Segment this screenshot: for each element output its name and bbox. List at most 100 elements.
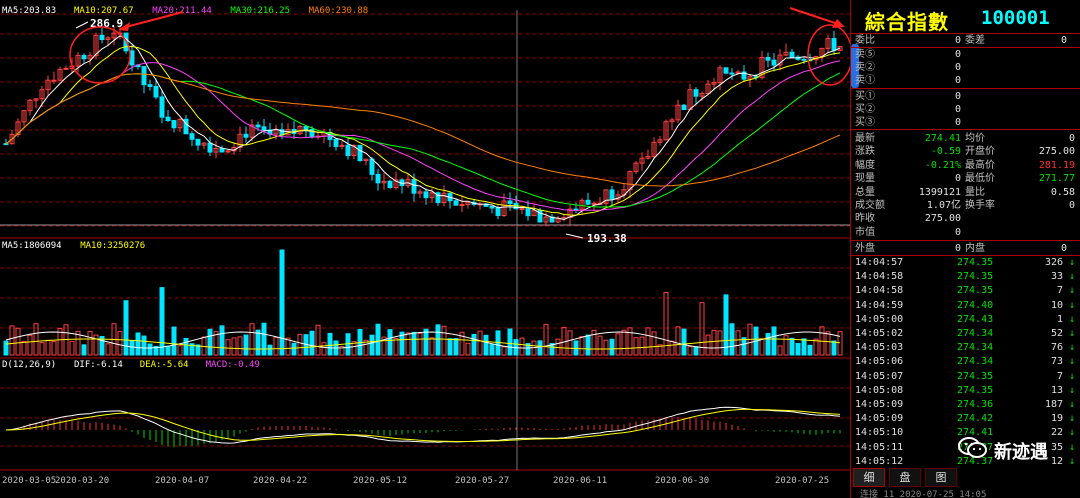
low-price-label: 193.38 xyxy=(587,232,627,245)
candle xyxy=(525,208,531,217)
divider xyxy=(851,129,1080,130)
volume-bar xyxy=(129,340,135,356)
volume-bar xyxy=(3,340,9,356)
tick-row: 14:05:03 274.34 76 ↓ xyxy=(851,341,1080,356)
date-tick-label: 2020-06-30 xyxy=(655,476,709,486)
ma-line xyxy=(5,45,841,216)
candle xyxy=(159,96,165,118)
candle xyxy=(141,66,147,86)
volume-bar xyxy=(261,322,267,356)
candle xyxy=(729,72,735,75)
tab-orderbook[interactable]: 盘 xyxy=(889,468,921,487)
volume-bar xyxy=(447,338,453,356)
volume-bar xyxy=(453,338,459,356)
volume-bar xyxy=(405,332,411,356)
quote-row: 最新 274.41 均价 0 xyxy=(855,133,1075,144)
volume-bar xyxy=(693,346,699,356)
low-pointer xyxy=(565,233,584,239)
volume-bar xyxy=(801,338,807,356)
candle xyxy=(609,189,615,200)
volume-bar xyxy=(471,333,477,356)
chart.ma_legend-legend-item: MA30:216.25 xyxy=(230,6,290,16)
volume-bar xyxy=(687,346,693,356)
candle xyxy=(789,51,795,58)
volume-bar xyxy=(27,334,33,356)
volume-bar xyxy=(411,331,417,356)
volume-bar xyxy=(441,325,447,356)
volume-bar xyxy=(417,332,423,356)
candle xyxy=(243,133,249,138)
volume-bar xyxy=(429,337,435,356)
volume-bar xyxy=(669,340,675,356)
tick-direction-icon: ↓ xyxy=(1068,384,1075,396)
volume-bar xyxy=(135,332,141,356)
buy-row: 买① 0 xyxy=(855,91,962,102)
candle xyxy=(261,126,267,131)
tick-direction-icon: ↓ xyxy=(1068,413,1075,425)
volume-bar xyxy=(267,344,273,356)
candle xyxy=(507,200,513,205)
tick-row: 14:05:08 274.35 13 ↓ xyxy=(851,384,1080,399)
tick-row: 14:04:59 274.40 10 ↓ xyxy=(851,299,1080,314)
tick-row: 14:04:58 274.35 7 ↓ xyxy=(851,284,1080,299)
candle xyxy=(255,124,261,128)
kline-chart-area[interactable]: MA5:203.83 MA10:207.67 MA20:211.44 MA30:216… xyxy=(0,0,850,498)
volume-bar xyxy=(183,337,189,356)
volume-bar xyxy=(165,345,171,356)
date-tick-label: 2020-05-12 xyxy=(353,476,407,486)
volume-bar xyxy=(483,334,489,356)
volume-bar xyxy=(633,337,639,356)
volume-bar xyxy=(711,329,717,356)
volume-bar xyxy=(327,332,333,356)
volume-bar xyxy=(717,330,723,356)
volume-bar xyxy=(645,327,651,356)
chart.macd_legend-legend-item: DEA:-5.64 xyxy=(140,360,189,370)
buy-row: 买③ 0 xyxy=(855,117,962,128)
volume-bar xyxy=(507,328,513,356)
volume-bar xyxy=(87,330,93,356)
volume-bar xyxy=(171,326,177,356)
volume-bar xyxy=(825,331,831,356)
watermark: 新迹遇 xyxy=(958,432,1078,472)
tick-direction-icon: ↓ xyxy=(1068,342,1075,354)
divider xyxy=(851,240,1080,241)
volume-bar xyxy=(579,336,585,356)
tick-row: 14:05:09 274.36 187 ↓ xyxy=(851,398,1080,413)
volume-bar xyxy=(81,344,87,356)
candle xyxy=(723,67,729,74)
status-strip: 连接 11 2020-07-25 14:05 xyxy=(860,490,987,498)
candle xyxy=(765,56,771,61)
volume-bar xyxy=(435,324,441,356)
chart.ma_legend-legend-item: MA20:211.44 xyxy=(152,6,212,16)
volume-bar xyxy=(39,341,45,356)
volume-bar xyxy=(141,335,147,356)
volume-bar xyxy=(9,325,15,356)
volume-bar xyxy=(375,323,381,356)
date-tick-label: 2020-04-07 xyxy=(155,476,209,486)
tick-direction-icon: ↓ xyxy=(1068,299,1075,311)
volume-bar xyxy=(705,334,711,356)
candle xyxy=(333,138,339,147)
tab-chart[interactable]: 图 xyxy=(925,468,957,487)
volume-bar xyxy=(423,328,429,356)
volume-bar xyxy=(789,337,795,356)
volume-bar xyxy=(759,338,765,356)
volume-bar xyxy=(729,323,735,356)
volume-bar xyxy=(723,294,729,356)
candle xyxy=(219,148,225,153)
tick-direction-icon: ↓ xyxy=(1068,328,1075,339)
buy-row: 买② 0 xyxy=(855,104,962,115)
volume-bar xyxy=(501,346,507,356)
volume-bar xyxy=(273,337,279,356)
tick-row: 14:04:57 274.35 326 ↓ xyxy=(851,256,1080,271)
quote-row: 涨跌 -0.59 开盘价 275.00 xyxy=(855,146,1075,158)
candle xyxy=(171,120,177,129)
quote-row: 幅度 -0.21% 最高价 281.19 xyxy=(855,159,1075,171)
tab-detail[interactable]: 细 xyxy=(853,468,885,487)
candle xyxy=(51,79,57,82)
chart.macd_legend-legend-item: DIF:-6.14 xyxy=(74,360,123,370)
candle xyxy=(387,180,393,188)
tick-direction-icon: ↓ xyxy=(1068,399,1075,410)
volume-bar xyxy=(369,334,375,356)
tick-direction-icon: ↓ xyxy=(1068,370,1075,382)
